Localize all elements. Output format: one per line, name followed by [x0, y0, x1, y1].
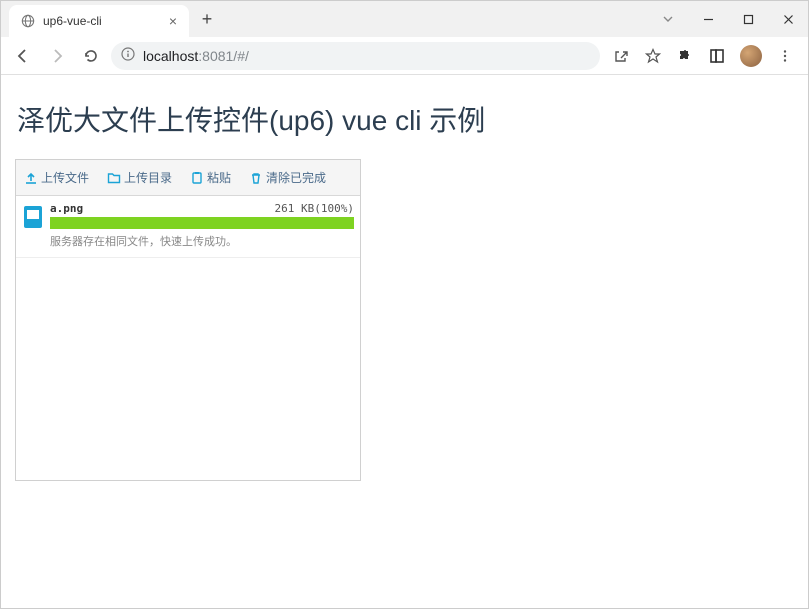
upload-toolbar: 上传文件 上传目录 粘贴 清除已完成 [16, 160, 360, 196]
new-tab-button[interactable]: + [193, 5, 221, 33]
profile-avatar[interactable] [740, 45, 762, 67]
close-window-button[interactable] [768, 1, 808, 37]
upload-file-label: 上传文件 [41, 169, 89, 186]
menu-icon[interactable] [776, 47, 794, 65]
trash-icon [249, 171, 263, 185]
upload-file-button[interactable]: 上传文件 [24, 169, 89, 186]
file-name: a.png [50, 202, 83, 215]
reading-list-icon[interactable] [708, 47, 726, 65]
paste-button[interactable]: 粘贴 [190, 169, 231, 186]
file-size: 261 KB(100%) [275, 202, 354, 215]
url-input[interactable]: localhost:8081/#/ [111, 42, 600, 70]
folder-icon [107, 171, 121, 185]
bookmark-star-icon[interactable] [644, 47, 662, 65]
file-status: 服务器存在相同文件，快速上传成功。 [50, 233, 354, 249]
chevron-down-icon[interactable] [648, 1, 688, 37]
upload-dir-label: 上传目录 [124, 169, 172, 186]
maximize-button[interactable] [728, 1, 768, 37]
close-tab-icon[interactable]: × [169, 13, 177, 29]
file-list[interactable]: a.png 261 KB(100%) 服务器存在相同文件，快速上传成功。 [16, 196, 360, 480]
url-text: localhost:8081/#/ [143, 48, 249, 64]
upload-panel: 上传文件 上传目录 粘贴 清除已完成 a. [15, 159, 361, 481]
clear-done-label: 清除已完成 [266, 169, 326, 186]
tab-bar: up6-vue-cli × + [1, 1, 808, 37]
browser-tab[interactable]: up6-vue-cli × [9, 5, 189, 37]
back-button[interactable] [9, 42, 37, 70]
globe-icon [21, 14, 35, 28]
extensions-icon[interactable] [676, 47, 694, 65]
page-title: 泽优大文件上传控件(up6) vue cli 示例 [15, 99, 794, 139]
clear-done-button[interactable]: 清除已完成 [249, 169, 326, 186]
forward-button[interactable] [43, 42, 71, 70]
file-type-icon [22, 204, 44, 230]
upload-dir-button[interactable]: 上传目录 [107, 169, 172, 186]
paste-label: 粘贴 [207, 169, 231, 186]
progress-bar [50, 217, 354, 229]
share-icon[interactable] [612, 47, 630, 65]
reload-button[interactable] [77, 42, 105, 70]
upload-file-icon [24, 171, 38, 185]
minimize-button[interactable] [688, 1, 728, 37]
window-controls [648, 1, 808, 37]
site-info-icon[interactable] [121, 47, 135, 64]
file-item: a.png 261 KB(100%) 服务器存在相同文件，快速上传成功。 [16, 196, 360, 258]
clipboard-icon [190, 171, 204, 185]
page-content: 泽优大文件上传控件(up6) vue cli 示例 上传文件 上传目录 粘贴 清… [1, 75, 808, 505]
tab-title: up6-vue-cli [43, 14, 161, 28]
address-bar: localhost:8081/#/ [1, 37, 808, 75]
